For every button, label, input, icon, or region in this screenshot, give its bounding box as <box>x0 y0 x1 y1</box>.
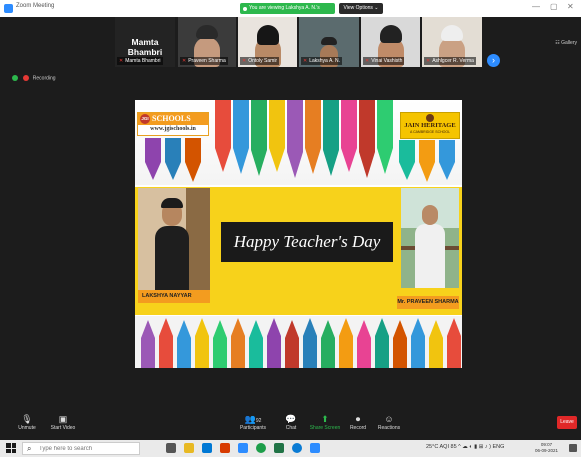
security-shield-icon <box>12 75 18 81</box>
system-tray[interactable]: 25°C AQI 85 ^ ☁ ◐ ▮ ⊞ ♪ ) ENG <box>426 444 504 450</box>
mic-off-icon: 🎙 <box>21 414 33 424</box>
video-off-icon: ▣ <box>58 414 68 424</box>
chat-icon: 💬 <box>285 414 297 424</box>
jgi-badge: JGI <box>140 114 150 124</box>
gallery-view-button[interactable]: ☷ Gallery <box>555 40 577 46</box>
reactions-button[interactable]: ☺ Reactions <box>376 413 402 431</box>
chat-button[interactable]: 💬 Chat <box>282 413 300 431</box>
participant-strip: Mamta Bhambri ✕ Mamta Bhambri ✕ Praveen Sh… <box>0 17 581 67</box>
jain-heritage-subtitle: A CAMBRIDGE SCHOOL <box>409 130 451 134</box>
participant-tile[interactable]: ✕ Ontoly Samir <box>238 17 297 67</box>
share-screen-button[interactable]: ⬆ Share Screen <box>308 413 342 431</box>
view-options-button[interactable]: View Options ⌄ <box>339 3 383 14</box>
office-icon[interactable] <box>220 443 230 453</box>
participant-nametag: ✕ Mamta Bhambri <box>117 57 163 65</box>
jgi-schools-logo: SCHOOLS JGI www.jgischools.in <box>137 112 209 136</box>
leave-button[interactable]: Leave <box>557 416 577 429</box>
meeting-toolbar: 🎙 Unmute ▣ Start Video 👥92 Participants … <box>0 410 581 440</box>
recording-label: Recording <box>32 75 56 82</box>
participant-tile[interactable]: ✕ Vinai Vashisth <box>361 17 420 67</box>
greeting-text: Happy Teacher's Day <box>221 222 393 262</box>
mic-muted-icon: ✕ <box>365 58 370 64</box>
store-icon[interactable] <box>202 443 212 453</box>
zoom-meeting-window: Zoom Meeting You are viewing Lakshya A. … <box>0 0 581 457</box>
taskbar-search-input[interactable] <box>39 444 137 454</box>
viewing-dot-icon <box>243 7 247 11</box>
lakshya-photo <box>138 188 210 290</box>
zoom-taskbar-icon[interactable] <box>238 443 248 453</box>
record-button[interactable]: ⏺ Record <box>348 413 368 431</box>
start-video-button[interactable]: ▣ Start Video <box>48 413 78 431</box>
language-indicator: ENG <box>492 444 505 450</box>
record-dot-icon <box>23 75 30 81</box>
mic-muted-icon: ✕ <box>242 58 247 64</box>
pencils-bottom-svg <box>141 318 461 368</box>
jain-crest-icon <box>426 114 434 122</box>
next-page-button[interactable]: › <box>487 54 500 67</box>
shared-screen: SCHOOLS JGI www.jgischools.in JAIN HERIT… <box>135 100 462 368</box>
file-explorer-icon[interactable] <box>184 443 194 453</box>
tray-icons: ^ ☁ ◐ ▮ ⊞ ♪ ) <box>458 444 491 450</box>
weather-text: 25°C AQI 85 <box>426 444 457 450</box>
jain-heritage-name: JAIN HERITAGE <box>404 122 456 129</box>
participant-nametag: ✕ Vinai Vashisth <box>363 57 405 65</box>
taskbar-search-box[interactable]: ⌕ <box>22 442 140 455</box>
pencil-row-bottom <box>141 318 461 368</box>
name-label-left: LAKSHYA NAYYAR <box>138 290 210 303</box>
zoom-meeting-taskbar-icon[interactable] <box>310 443 320 453</box>
task-view-icon[interactable] <box>166 443 176 453</box>
participant-nametag: ✕ Ontoly Samir <box>240 57 280 65</box>
mic-muted-icon: ✕ <box>303 58 308 64</box>
taskbar-clock[interactable]: 09:07 06-09-2021 <box>535 442 558 454</box>
participants-button[interactable]: 👥92 Participants <box>236 413 270 431</box>
close-icon[interactable]: ✕ <box>567 2 574 11</box>
participant-nametag: ✕ Praveen Sharma <box>180 57 228 65</box>
participant-tile[interactable]: Mamta Bhambri ✕ Mamta Bhambri <box>115 17 175 67</box>
participant-nametag: ✕ Lakshya A. N. <box>301 57 343 65</box>
minimize-icon[interactable]: — <box>532 2 540 11</box>
participant-nametag: ✕ Ashlgcer R. Verma <box>424 57 476 65</box>
edge-icon[interactable] <box>292 443 302 453</box>
share-screen-icon: ⬆ <box>321 414 329 424</box>
unmute-button[interactable]: 🎙 Unmute <box>14 413 40 431</box>
name-label-right: Mr. PRAVEEN SHARMA <box>397 296 459 309</box>
windows-start-icon[interactable] <box>6 443 16 453</box>
mic-muted-icon: ✕ <box>182 58 187 64</box>
title-bar: Zoom Meeting You are viewing Lakshya A. … <box>0 0 581 22</box>
maximize-icon[interactable]: ▢ <box>550 2 558 11</box>
chrome-icon[interactable] <box>256 443 266 453</box>
featured-participant-name: Mamta Bhambri <box>127 37 163 57</box>
participants-icon: 👥92 <box>244 414 262 424</box>
participant-tile[interactable]: ✕ Lakshya A. N. <box>299 17 359 67</box>
participants-count: 92 <box>255 418 262 424</box>
jain-heritage-logo: JAIN HERITAGE A CAMBRIDGE SCHOOL <box>400 112 460 139</box>
recording-indicator[interactable]: Recording <box>12 75 56 81</box>
pencils-bottom-image <box>135 316 462 368</box>
mic-muted-icon: ✕ <box>426 58 431 64</box>
zoom-app-icon <box>4 4 13 13</box>
praveen-photo <box>401 188 459 288</box>
window-title: Zoom Meeting <box>16 3 55 9</box>
search-icon: ⌕ <box>27 444 32 453</box>
mic-muted-icon: ✕ <box>119 58 124 64</box>
participant-tile[interactable]: ✕ Praveen Sharma <box>178 17 236 67</box>
clock-date: 06-09-2021 <box>535 448 559 453</box>
jgi-url: www.jgischools.in <box>150 126 196 132</box>
reactions-icon: ☺ <box>384 414 394 424</box>
viewing-screen-banner: You are viewing Lakshya A. N.'s screen <box>240 3 335 22</box>
record-icon: ⏺ <box>355 414 361 424</box>
excel-icon[interactable] <box>274 443 284 453</box>
notification-icon[interactable] <box>569 444 577 452</box>
participant-tile[interactable]: ✕ Ashlgcer R. Verma <box>422 17 482 67</box>
windows-taskbar: ⌕ 25°C AQI 85 ^ ☁ ◐ ▮ ⊞ ♪ ) ENG 09:07 06… <box>0 440 581 457</box>
